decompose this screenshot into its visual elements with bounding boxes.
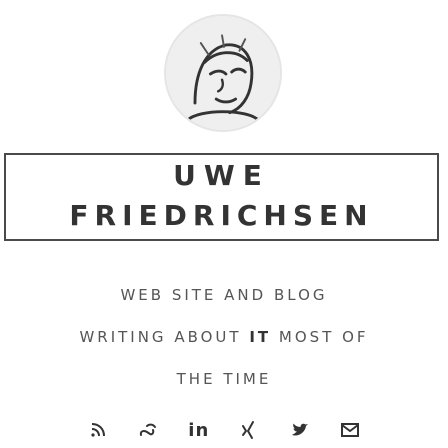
linkedin-link[interactable]: in: [187, 418, 211, 442]
twitter-link[interactable]: [288, 418, 312, 442]
tagline-emphasis: IT: [249, 328, 272, 346]
xing-icon: [242, 421, 255, 439]
tagline-line-2: WRITING ABOUT IT MOST OF: [0, 328, 448, 346]
name-last: FRIEDRICHSEN: [69, 199, 374, 232]
name-first: UWE: [173, 159, 270, 192]
rss-icon: [91, 423, 105, 437]
name-title-box: UWE FRIEDRICHSEN: [4, 153, 439, 241]
social-links: in: [86, 418, 362, 442]
tagline-line-3: THE TIME: [176, 370, 272, 388]
email-icon: [340, 423, 359, 437]
xing-link[interactable]: [237, 418, 261, 442]
speakerdeck-icon: [140, 423, 157, 436]
twitter-icon: [291, 423, 308, 436]
tagline-line-2-start: WRITING ABOUT: [79, 328, 250, 346]
email-link[interactable]: [338, 418, 362, 442]
rss-link[interactable]: [86, 418, 110, 442]
linkedin-icon: in: [188, 419, 210, 441]
speakerdeck-link[interactable]: [136, 418, 160, 442]
profile-avatar: [164, 14, 282, 132]
tagline-line-1: WEB SITE AND BLOG: [120, 286, 328, 304]
avatar-illustration: [166, 16, 280, 130]
tagline-line-2-end: MOST OF: [271, 328, 369, 346]
